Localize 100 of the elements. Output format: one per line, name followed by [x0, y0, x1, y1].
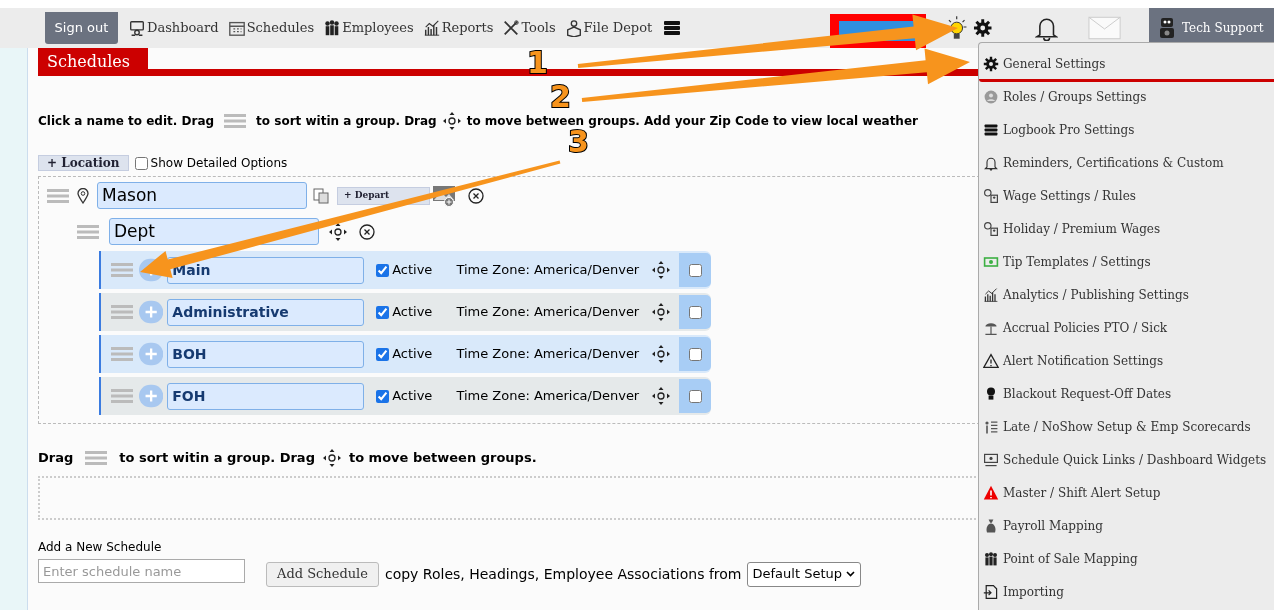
settings-icon	[983, 56, 999, 72]
alert-icon	[983, 485, 999, 501]
settings-menu-item[interactable]: Alert Notification Settings	[979, 346, 1274, 379]
instruction-text: to sort witin a group. Drag	[119, 449, 315, 467]
schedule-name-field[interactable]: BOH	[167, 340, 365, 368]
move-icon[interactable]	[652, 261, 671, 279]
calendar-icon	[227, 19, 246, 37]
bar-chart-icon	[983, 287, 999, 303]
drag-handle-icon[interactable]	[111, 304, 133, 320]
bell-icon[interactable]	[1034, 15, 1058, 41]
settings-menu-item[interactable]: Schedule Quick Links / Dashboard Widgets	[979, 445, 1274, 478]
schedule-name-field[interactable]: FOH	[167, 382, 365, 410]
active-checkbox[interactable]	[376, 347, 390, 361]
select-checkbox[interactable]	[688, 389, 702, 403]
move-icon[interactable]	[652, 303, 671, 321]
person-box-icon	[564, 19, 583, 37]
drag-handle-icon[interactable]	[111, 346, 133, 362]
setup-select[interactable]: Default Setup	[746, 561, 861, 587]
drag-handle-icon[interactable]	[77, 223, 99, 240]
checklist-icon	[983, 419, 999, 435]
settings-menu-item[interactable]: Accrual Policies PTO / Sick	[979, 313, 1274, 346]
nav-link[interactable]: Dashboard	[128, 18, 219, 38]
settings-menu-item[interactable]: Blackout Request-Off Dates	[979, 379, 1274, 412]
money-person-icon	[983, 221, 999, 237]
sign-out-button[interactable]: Sign out	[45, 12, 118, 44]
active-checkbox[interactable]	[376, 389, 390, 403]
time-zone-text: Time Zone: America/Denver	[456, 387, 640, 406]
active-checkbox[interactable]	[376, 263, 390, 277]
select-checkbox[interactable]	[688, 305, 702, 319]
add-department-button[interactable]: + Depart	[337, 186, 431, 205]
move-icon[interactable]	[442, 112, 461, 130]
instruction-text: to sort witin a group. Drag	[256, 113, 437, 130]
field-label: Add a New Schedule	[38, 538, 162, 556]
add-location-button[interactable]: + Location	[38, 155, 129, 171]
warning-icon	[983, 353, 999, 369]
settings-menu-item[interactable]: Importing	[979, 577, 1274, 610]
people-icon	[983, 551, 999, 567]
select-checkbox[interactable]	[688, 263, 702, 277]
copy-icon[interactable]	[313, 187, 329, 204]
tools-icon	[502, 19, 521, 37]
drag-handle-icon[interactable]	[85, 449, 108, 466]
schedule-name-input[interactable]: Enter schedule name	[38, 559, 245, 583]
nav-link[interactable]: Schedules	[227, 18, 315, 38]
nav-link[interactable]: File Depot	[564, 18, 653, 38]
settings-menu-item[interactable]: Wage Settings / Rules	[979, 181, 1274, 214]
time-zone-text: Time Zone: America/Denver	[456, 345, 640, 364]
move-icon[interactable]	[322, 448, 341, 467]
close-icon[interactable]	[468, 187, 485, 204]
instruction-text: to move between groups. Add your Zip Code to view local weather	[466, 113, 918, 128]
person-circle-icon	[983, 89, 999, 105]
instruction-text: Click a name to edit. Drag	[38, 113, 215, 130]
dashboard-icon	[128, 19, 146, 37]
drag-handle-icon[interactable]	[47, 187, 69, 204]
settings-menu-item[interactable]: Logbook Pro Settings	[979, 115, 1274, 148]
add-schedule-button[interactable]: Add Schedule	[266, 561, 379, 587]
active-label: Active	[392, 261, 433, 280]
import-icon	[983, 584, 999, 600]
banknote-icon	[983, 254, 999, 270]
active-label: Active	[392, 387, 433, 406]
nav-link[interactable]: Reports	[422, 18, 494, 38]
settings-menu-item[interactable]: Tip Templates / Settings	[979, 247, 1274, 280]
settings-menu-item[interactable]: Analytics / Publishing Settings	[979, 280, 1274, 313]
select-checkbox[interactable]	[688, 347, 702, 361]
monitor-icon	[983, 452, 999, 468]
settings-menu-item[interactable]: Master / Shift Alert Setup	[979, 478, 1274, 511]
instruction-text: Drag	[38, 449, 74, 467]
checkbox[interactable]	[134, 156, 148, 170]
settings-menu-item[interactable]: Payroll Mapping	[979, 511, 1274, 544]
settings-menu-item[interactable]: Roles / Groups Settings	[979, 82, 1274, 115]
drag-handle-icon[interactable]	[111, 388, 133, 404]
settings-menu-item[interactable]: Holiday / Premium Wages	[979, 214, 1274, 247]
active-label: Active	[392, 303, 433, 322]
nav-link[interactable]: Employees	[323, 18, 414, 38]
move-icon[interactable]	[652, 345, 671, 363]
move-icon[interactable]	[652, 387, 671, 405]
book-stack-icon	[983, 122, 999, 138]
schedule-name-field[interactable]: Administrative	[167, 298, 365, 326]
chevron-down-icon	[845, 571, 855, 577]
active-label: Active	[392, 345, 433, 364]
close-icon[interactable]	[359, 223, 375, 240]
page-title: Schedules	[38, 48, 148, 72]
drag-handle-icon[interactable]	[111, 262, 133, 278]
instruction-text: to move between groups.	[348, 449, 537, 467]
active-checkbox[interactable]	[376, 305, 390, 319]
settings-menu-item[interactable]: Reminders, Certifications & Custom	[979, 148, 1274, 181]
settings-icon[interactable]	[973, 18, 993, 38]
checkbox-label: Show Detailed Options	[150, 155, 288, 172]
nav-link[interactable]: Tools	[502, 18, 556, 38]
location-name-field[interactable]: Mason	[97, 182, 307, 209]
bar-chart-icon	[422, 19, 441, 37]
money-person-icon	[983, 188, 999, 204]
settings-menu-item[interactable]: Point of Sale Mapping	[979, 544, 1274, 577]
settings-menu-item[interactable]: General Settings	[979, 49, 1274, 82]
move-icon[interactable]	[329, 222, 347, 241]
drag-handle-icon[interactable]	[224, 113, 247, 129]
time-zone-text: Time Zone: America/Denver	[456, 303, 640, 322]
settings-menu-item[interactable]: Late / NoShow Setup & Emp Scorecards	[979, 412, 1274, 445]
people-icon	[323, 19, 342, 37]
step-number: 3	[568, 127, 589, 157]
time-zone-text: Time Zone: America/Denver	[456, 261, 640, 280]
